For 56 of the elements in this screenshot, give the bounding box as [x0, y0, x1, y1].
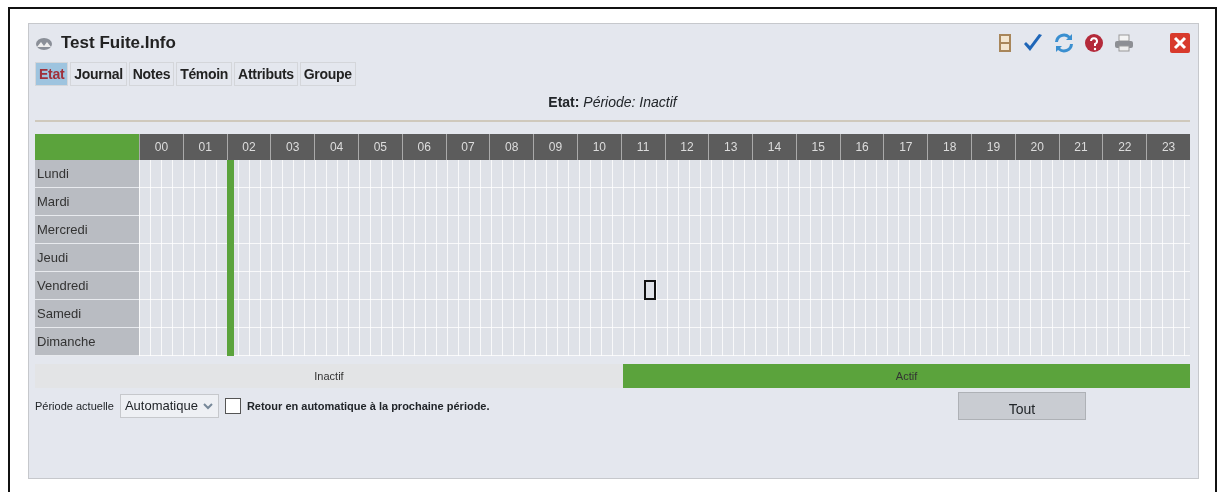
tab[interactable]: Journal — [70, 62, 127, 86]
hour-header: 11 — [620, 134, 665, 160]
period-label: Période actuelle — [35, 398, 114, 414]
legend-bar: Actif — [623, 364, 1190, 388]
tab[interactable]: Notes — [128, 62, 175, 86]
hour-header: 22 — [1102, 134, 1147, 160]
hour-header: 06 — [401, 134, 446, 160]
hour-header: 00 — [139, 134, 183, 160]
door-icon[interactable] — [998, 33, 1012, 53]
hour-header: 02 — [226, 134, 271, 160]
close-icon[interactable] — [1170, 33, 1190, 53]
hour-header: 17 — [883, 134, 928, 160]
hour-header: 13 — [708, 134, 753, 160]
hour-header: 09 — [533, 134, 577, 160]
status-label: Etat: — [548, 94, 580, 110]
caret-icon — [201, 401, 214, 411]
day-label: Lundi — [35, 160, 139, 188]
day-label: Mercredi — [35, 216, 139, 244]
hour-header: 21 — [1058, 134, 1103, 160]
day-label: Samedi — [35, 300, 139, 328]
hour-header: 10 — [576, 134, 621, 160]
tab[interactable]: Attributs — [234, 62, 298, 86]
checkbox[interactable] — [224, 398, 241, 414]
hour-header: 07 — [445, 134, 490, 160]
hour-header: 15 — [795, 134, 840, 160]
all-button[interactable]: Tout — [958, 392, 1086, 420]
day-label: Jeudi — [35, 244, 139, 272]
hour-header: 23 — [1146, 134, 1190, 160]
hour-header: 20 — [1014, 134, 1059, 160]
printer-icon[interactable] — [1114, 34, 1134, 52]
checkbox-label: Retour en automatique à la prochaine période. — [246, 398, 490, 414]
hour-header: 04 — [314, 134, 358, 160]
period-select[interactable]: Automatique — [119, 394, 219, 418]
app-icon — [35, 36, 53, 51]
hour-header: 08 — [489, 134, 534, 160]
day-label: Dimanche — [35, 328, 139, 356]
hour-header: 01 — [182, 134, 227, 160]
refresh-icon[interactable] — [1054, 33, 1074, 53]
hour-header: 03 — [270, 134, 315, 160]
hour-header: 12 — [664, 134, 709, 160]
tab[interactable]: Etat — [35, 62, 69, 86]
hour-header: 16 — [839, 134, 884, 160]
day-label: Mardi — [35, 188, 139, 216]
status-value: Période: Inactif — [583, 94, 677, 110]
check-icon[interactable] — [1022, 33, 1044, 53]
help-icon[interactable] — [1084, 33, 1104, 53]
hour-header: 14 — [752, 134, 796, 160]
legend-bar: Inactif — [35, 364, 623, 388]
tab[interactable]: Témoin — [176, 62, 233, 86]
hour-header: 19 — [971, 134, 1015, 160]
day-label: Vendredi — [35, 272, 139, 300]
window-title: Test Fuite.Info — [61, 32, 176, 55]
cell-cursor-icon — [644, 280, 656, 300]
hour-header: 05 — [357, 134, 402, 160]
hour-header: 18 — [927, 134, 972, 160]
tab[interactable]: Groupe — [299, 62, 356, 86]
